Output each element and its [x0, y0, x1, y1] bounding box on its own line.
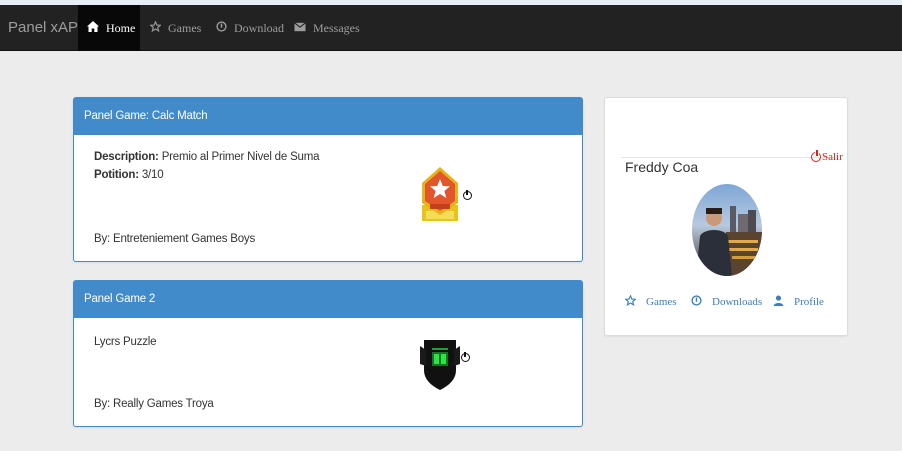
- profile-link-downloads-label: Downloads: [712, 296, 763, 308]
- position-line: Potition: 3/10: [94, 169, 164, 181]
- avatar: [692, 184, 762, 276]
- profile-link-downloads[interactable]: Downloads: [691, 295, 762, 309]
- logout-button[interactable]: Salir: [811, 150, 843, 163]
- power-icon: [811, 150, 821, 162]
- description-line: Description: Premio al Primer Nivel de S…: [94, 151, 320, 163]
- brand-logo[interactable]: Panel xAPI: [8, 19, 82, 36]
- profile-links: Games Downloads Profile: [624, 294, 845, 311]
- star-icon: [149, 19, 162, 36]
- star-outline-icon: [624, 294, 637, 309]
- logout-label: Salir: [822, 151, 843, 163]
- dark-shield-badge-icon: [420, 336, 460, 395]
- top-navbar: Panel xAPI Home Games Download Messages: [0, 5, 902, 51]
- profile-name: Freddy Coa: [625, 159, 699, 175]
- profile-link-profile-label: Profile: [794, 296, 824, 308]
- description-value: Premio al Primer Nivel de Suma: [161, 151, 320, 163]
- game-author: By: Entreteniement Games Boys: [94, 233, 256, 245]
- download-circle-icon: [216, 20, 227, 36]
- home-icon: [87, 20, 99, 36]
- profile-link-games[interactable]: Games: [624, 294, 677, 309]
- nav-games[interactable]: Games: [149, 5, 202, 51]
- profile-link-profile[interactable]: Profile: [773, 295, 824, 309]
- gold-star-badge-icon: [418, 165, 462, 232]
- nav-home-label: Home: [106, 20, 136, 35]
- nav-messages[interactable]: Messages: [294, 5, 360, 51]
- panel-heading: Panel Game: Calc Match: [74, 98, 582, 135]
- profile-link-games-label: Games: [646, 296, 677, 308]
- nav-messages-label: Messages: [313, 20, 360, 35]
- game-panel-calc-match: Panel Game: Calc Match Description: Prem…: [73, 97, 583, 262]
- download-circle-icon: [691, 295, 702, 309]
- nav-games-label: Games: [168, 20, 202, 35]
- envelope-icon: [294, 21, 306, 36]
- game-name: Lycrs Puzzle: [94, 336, 157, 348]
- user-icon: [773, 295, 784, 309]
- power-small-icon: [461, 352, 470, 362]
- nav-download-label: Download: [234, 20, 284, 35]
- nav-home[interactable]: Home: [78, 5, 140, 51]
- nav-download[interactable]: Download: [216, 5, 284, 51]
- power-small-icon: [463, 190, 472, 200]
- game-panel-2: Panel Game 2 Lycrs Puzzle By: Really Gam…: [73, 280, 583, 427]
- profile-card: Freddy Coa Salir Games Downloads Profile: [604, 97, 848, 336]
- position-value: 3/10: [141, 169, 164, 181]
- panel-heading: Panel Game 2: [74, 281, 582, 318]
- position-label: Potition:: [94, 169, 139, 181]
- description-label: Description:: [94, 151, 159, 163]
- game-author: By: Really Games Troya: [94, 398, 214, 410]
- card-divider: [621, 157, 839, 158]
